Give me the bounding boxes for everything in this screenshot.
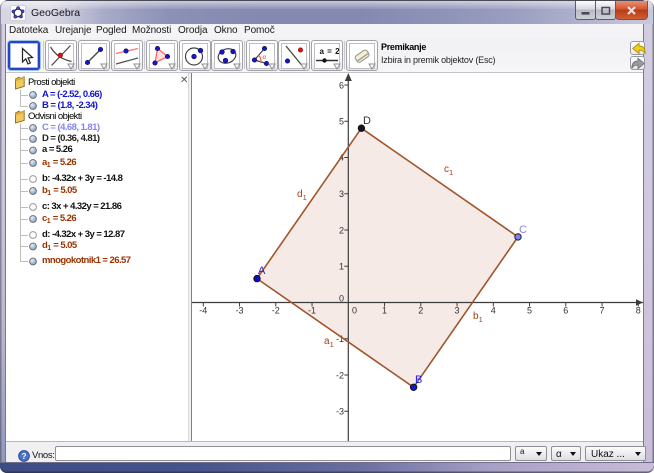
svg-text:C: C: [519, 224, 527, 236]
svg-text:0: 0: [352, 306, 357, 316]
svg-text:5: 5: [339, 117, 344, 127]
svg-text:d1: d1: [297, 189, 307, 202]
svg-text:c1: c1: [444, 164, 453, 177]
svg-text:a1: a1: [324, 336, 334, 349]
svg-text:b1: b1: [473, 311, 483, 324]
svg-text:?: ?: [22, 452, 27, 461]
svg-text:α: α: [263, 53, 267, 61]
svg-text:A: A: [258, 265, 266, 277]
svg-text:-2: -2: [336, 371, 344, 381]
svg-text:-3: -3: [236, 306, 244, 316]
svg-text:7: 7: [600, 306, 605, 316]
svg-text:1: 1: [382, 306, 387, 316]
svg-text:a = 2: a = 2: [320, 47, 340, 56]
svg-text:4: 4: [491, 306, 496, 316]
svg-text:8: 8: [636, 306, 641, 316]
svg-text:6: 6: [563, 306, 568, 316]
svg-text:6: 6: [339, 81, 344, 91]
svg-text:2: 2: [418, 306, 423, 316]
svg-text:1: 1: [339, 262, 344, 272]
svg-text:-2: -2: [272, 306, 280, 316]
svg-text:-4: -4: [199, 306, 207, 316]
svg-text:D: D: [363, 115, 371, 127]
svg-text:3: 3: [455, 306, 460, 316]
svg-text:3: 3: [339, 189, 344, 199]
svg-text:-3: -3: [336, 407, 344, 417]
svg-text:0: 0: [339, 294, 344, 304]
svg-text:2: 2: [339, 226, 344, 236]
svg-text:5: 5: [527, 306, 532, 316]
svg-text:B: B: [415, 374, 422, 386]
